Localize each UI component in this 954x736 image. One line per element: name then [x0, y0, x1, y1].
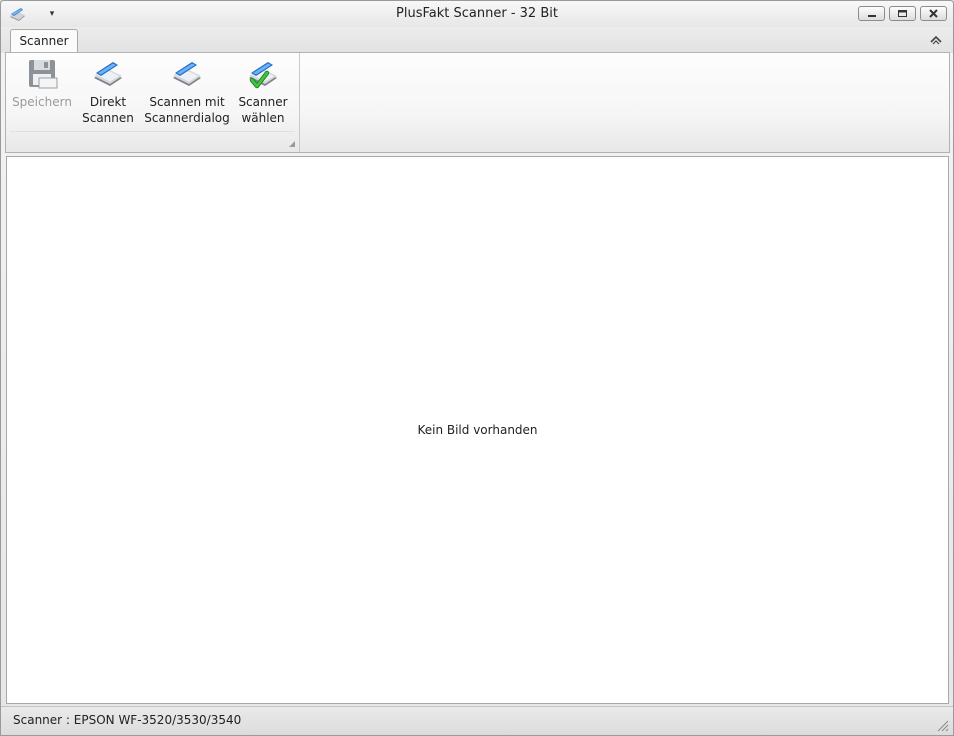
maximize-button[interactable] — [889, 6, 916, 21]
ribbon-group-scanner: Speichern Direkt Scannen Scannen mit Sca… — [6, 53, 300, 152]
choose-scanner-label: Scanner wählen — [238, 95, 288, 125]
ribbon-tab-strip: Scanner — [1, 27, 953, 53]
ribbon-group-divider — [10, 131, 295, 132]
tab-scanner[interactable]: Scanner — [10, 29, 78, 53]
minimize-icon — [868, 15, 876, 17]
direct-scan-label: Direkt Scannen — [82, 95, 134, 125]
scanner-check-icon — [249, 62, 277, 89]
maximize-icon — [898, 10, 907, 17]
ribbon-collapse-icon[interactable] — [929, 33, 943, 47]
scanner-icon — [173, 62, 201, 86]
status-scanner-text: Scanner : EPSON WF-3520/3530/3540 — [13, 713, 242, 727]
status-bar: Scanner : EPSON WF-3520/3530/3540 — [1, 706, 953, 735]
direct-scan-button[interactable]: Direkt Scannen — [78, 56, 138, 130]
close-button[interactable] — [920, 6, 947, 21]
title-bar[interactable]: ▾ PlusFakt Scanner - 32 Bit — [1, 1, 953, 27]
save-button[interactable]: Speichern — [11, 56, 73, 130]
scan-with-dialog-button[interactable]: Scannen mit Scannerdialog — [144, 56, 230, 130]
choose-scanner-button[interactable]: Scanner wählen — [234, 56, 292, 130]
close-icon — [929, 9, 938, 18]
floppy-disk-icon — [29, 60, 58, 89]
ribbon-panel: Speichern Direkt Scannen Scannen mit Sca… — [5, 52, 950, 153]
group-launcher-icon[interactable] — [288, 140, 296, 148]
minimize-button[interactable] — [858, 6, 885, 21]
scan-with-dialog-label: Scannen mit Scannerdialog — [144, 95, 230, 125]
resize-grip-icon[interactable] — [935, 718, 949, 732]
scanner-icon — [94, 62, 122, 86]
window-title: PlusFakt Scanner - 32 Bit — [396, 6, 558, 21]
image-preview-area[interactable]: Kein Bild vorhanden — [6, 156, 949, 704]
save-button-label: Speichern — [12, 95, 72, 109]
application-window: ▾ PlusFakt Scanner - 32 Bit Scanner Spei… — [0, 0, 954, 736]
empty-image-message: Kein Bild vorhanden — [417, 423, 538, 437]
